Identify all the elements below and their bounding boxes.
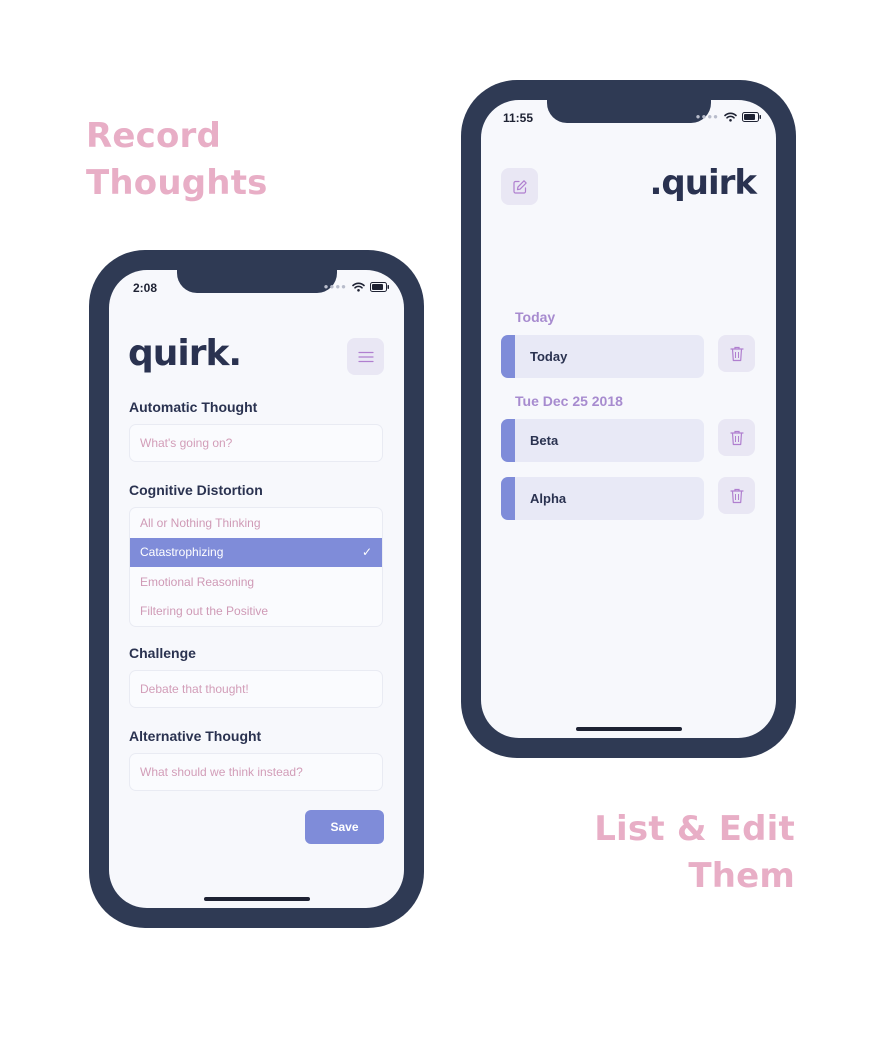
wifi-icon (352, 282, 365, 292)
distortion-option[interactable]: Filtering out the Positive (130, 597, 382, 627)
delete-button[interactable] (718, 477, 755, 514)
trash-icon (729, 346, 744, 361)
notch (547, 100, 711, 123)
delete-button[interactable] (718, 335, 755, 372)
notch (177, 270, 337, 293)
alternative-thought-label: Alternative Thought (129, 728, 262, 744)
challenge-label: Challenge (129, 645, 196, 661)
cognitive-distortion-list: All or Nothing Thinking Catastrophizing … (129, 507, 383, 627)
caption-line: Record (86, 116, 222, 156)
signal-icon: ●●●● (695, 112, 719, 121)
list-screen: 11:55 ●●●● .quirk Today Today Tue Dec 25… (481, 100, 776, 738)
distortion-option-label: Emotional Reasoning (140, 574, 255, 589)
distortion-option[interactable]: All or Nothing Thinking (130, 508, 382, 538)
thought-label: Today (530, 349, 568, 364)
phone-list-screen: 11:55 ●●●● .quirk Today Today Tue Dec 25… (461, 80, 796, 758)
status-time: 2:08 (133, 281, 158, 295)
caption-line: Them (688, 856, 795, 896)
trash-icon (729, 488, 744, 503)
battery-icon (370, 282, 389, 292)
cognitive-distortion-label: Cognitive Distortion (129, 482, 263, 498)
checkmark-icon: ✓ (361, 545, 372, 560)
status-icons: ●●●● (696, 112, 762, 122)
thought-accent (501, 419, 515, 462)
automatic-thought-label: Automatic Thought (129, 399, 258, 415)
wifi-icon (724, 112, 737, 122)
distortion-option-label: All or Nothing Thinking (140, 515, 261, 530)
record-screen: 2:08 ●●●● quirk. Automatic Thought What'… (109, 270, 404, 908)
menu-button[interactable] (347, 338, 384, 375)
home-indicator[interactable] (204, 897, 310, 901)
section-date: Today (515, 309, 556, 325)
delete-button[interactable] (718, 419, 755, 456)
thought-accent (501, 335, 515, 378)
save-button[interactable]: Save (305, 810, 384, 844)
caption-line: List & Edit (594, 809, 795, 849)
thought-item[interactable]: Beta (501, 419, 704, 462)
home-indicator[interactable] (576, 727, 682, 731)
battery-icon (742, 112, 761, 122)
hamburger-menu-icon (357, 351, 374, 362)
status-icons: ●●●● (324, 282, 390, 292)
thought-accent (501, 477, 515, 520)
caption-line: Thoughts (86, 163, 268, 203)
status-time: 11:55 (503, 111, 534, 125)
section-date: Tue Dec 25 2018 (515, 393, 623, 409)
distortion-option-label: Catastrophizing (140, 545, 224, 560)
pencil-square-icon (512, 179, 527, 194)
alternative-thought-input[interactable] (129, 753, 383, 791)
distortion-option-label: Filtering out the Positive (140, 604, 269, 619)
automatic-thought-input[interactable] (129, 424, 383, 462)
thought-label: Beta (530, 433, 559, 448)
caption-record-thoughts: Record Thoughts (86, 113, 268, 207)
app-logo: .quirk (649, 163, 757, 203)
trash-icon (729, 430, 744, 445)
caption-list-edit: List & Edit Them (594, 806, 795, 900)
phone-record-screen: 2:08 ●●●● quirk. Automatic Thought What'… (89, 250, 424, 928)
app-logo: quirk. (128, 333, 242, 374)
new-thought-button[interactable] (501, 168, 538, 205)
thought-item[interactable]: Today (501, 335, 704, 378)
challenge-input[interactable] (129, 670, 383, 708)
thought-label: Alpha (530, 491, 567, 506)
distortion-option-selected[interactable]: Catastrophizing ✓ (130, 537, 382, 567)
thought-item[interactable]: Alpha (501, 477, 704, 520)
distortion-option[interactable]: Emotional Reasoning (130, 567, 382, 597)
signal-icon: ●●●● (323, 282, 347, 291)
